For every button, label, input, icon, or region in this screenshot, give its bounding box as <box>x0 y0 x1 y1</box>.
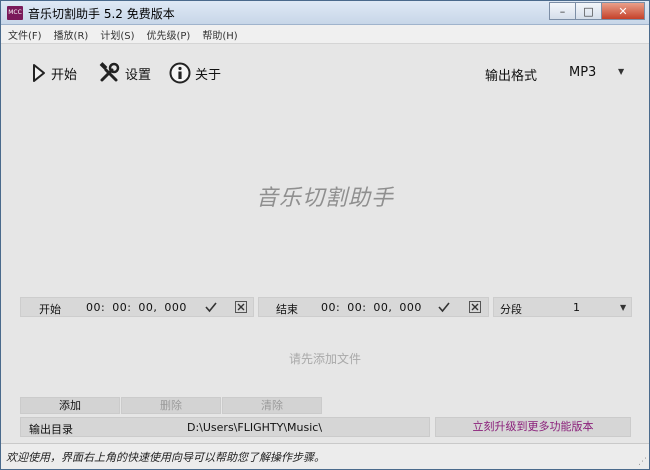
maximize-icon: □ <box>583 4 594 18</box>
menu-bar: 文件(F) 播放(R) 计划(S) 优先级(P) 帮助(H) <box>1 25 649 44</box>
close-button[interactable]: ✕ <box>601 2 645 20</box>
end-time-input[interactable]: 00: 00: 00, 000 <box>321 301 422 314</box>
app-window: MCC 音乐切割助手 5.2 免费版本 – □ ✕ 文件(F) 播放(R) 计划… <box>0 0 650 470</box>
window-title: 音乐切割助手 5.2 免费版本 <box>28 7 175 21</box>
upgrade-link[interactable]: 立刻升级到更多功能版本 <box>435 417 631 437</box>
output-directory-label: 输出目录 <box>29 423 73 436</box>
start-time-input[interactable]: 00: 00: 00, 000 <box>86 301 187 314</box>
delete-button[interactable]: 删除 <box>121 397 221 414</box>
minimize-button[interactable]: – <box>549 2 575 20</box>
confirm-end-icon[interactable] <box>437 300 451 314</box>
app-watermark: 音乐切割助手 <box>255 186 394 211</box>
info-icon <box>169 62 191 84</box>
end-time-label: 结束 <box>276 303 298 316</box>
menu-help[interactable]: 帮助(H) <box>195 27 242 42</box>
empty-file-hint: 请先添加文件 <box>288 352 361 366</box>
status-bar: 欢迎使用，界面右上角的快速使用向导可以帮助您了解操作步骤。 ⋰ <box>1 443 649 469</box>
tools-icon <box>99 62 120 82</box>
output-directory-path[interactable]: D:\Users\FLIGHTY\Music\ <box>187 421 322 434</box>
close-icon: ✕ <box>618 4 628 18</box>
menu-play[interactable]: 播放(R) <box>47 27 94 42</box>
output-format-label: 输出格式 <box>485 69 538 84</box>
split-count-select[interactable]: 1 <box>573 301 580 314</box>
chevron-down-icon[interactable]: ▼ <box>618 67 624 76</box>
add-button[interactable]: 添加 <box>20 397 120 414</box>
status-text: 欢迎使用，界面右上角的快速使用向导可以帮助您了解操作步骤。 <box>6 451 325 464</box>
start-time-panel: 开始 00: 00: 00, 000 <box>20 297 254 317</box>
minimize-icon: – <box>559 4 566 18</box>
play-icon <box>33 64 45 82</box>
split-panel: 分段 1 ▼ <box>493 297 632 317</box>
toolbar: 开始 设置 关于 输出格式 MP3 ▼ <box>1 45 649 99</box>
maximize-button[interactable]: □ <box>575 2 601 20</box>
start-time-label: 开始 <box>39 303 61 316</box>
menu-schedule[interactable]: 计划(S) <box>93 27 139 42</box>
title-bar[interactable]: MCC 音乐切割助手 5.2 免费版本 – □ ✕ <box>1 1 649 25</box>
settings-button[interactable]: 设置 <box>97 60 151 86</box>
confirm-start-icon[interactable] <box>204 300 218 314</box>
resize-grip-icon[interactable]: ⋰ <box>638 457 647 467</box>
app-logo-icon: MCC <box>7 6 23 20</box>
end-time-panel: 结束 00: 00: 00, 000 <box>258 297 489 317</box>
chevron-down-icon[interactable]: ▼ <box>620 303 626 312</box>
split-label: 分段 <box>500 303 522 316</box>
settings-label: 设置 <box>125 67 152 83</box>
start-button[interactable]: 开始 <box>31 60 77 86</box>
menu-priority[interactable]: 优先级(P) <box>139 27 195 42</box>
output-directory-row[interactable]: 输出目录 D:\Users\FLIGHTY\Music\ <box>20 417 430 437</box>
clear-end-icon[interactable] <box>468 300 482 314</box>
about-label: 关于 <box>195 67 222 83</box>
window-controls: – □ ✕ <box>549 2 645 20</box>
about-button[interactable]: 关于 <box>169 60 221 86</box>
output-format-select[interactable]: MP3 <box>569 65 596 80</box>
clear-start-icon[interactable] <box>234 300 248 314</box>
start-label: 开始 <box>51 67 78 83</box>
menu-file[interactable]: 文件(F) <box>1 27 47 42</box>
clear-button[interactable]: 清除 <box>222 397 322 414</box>
